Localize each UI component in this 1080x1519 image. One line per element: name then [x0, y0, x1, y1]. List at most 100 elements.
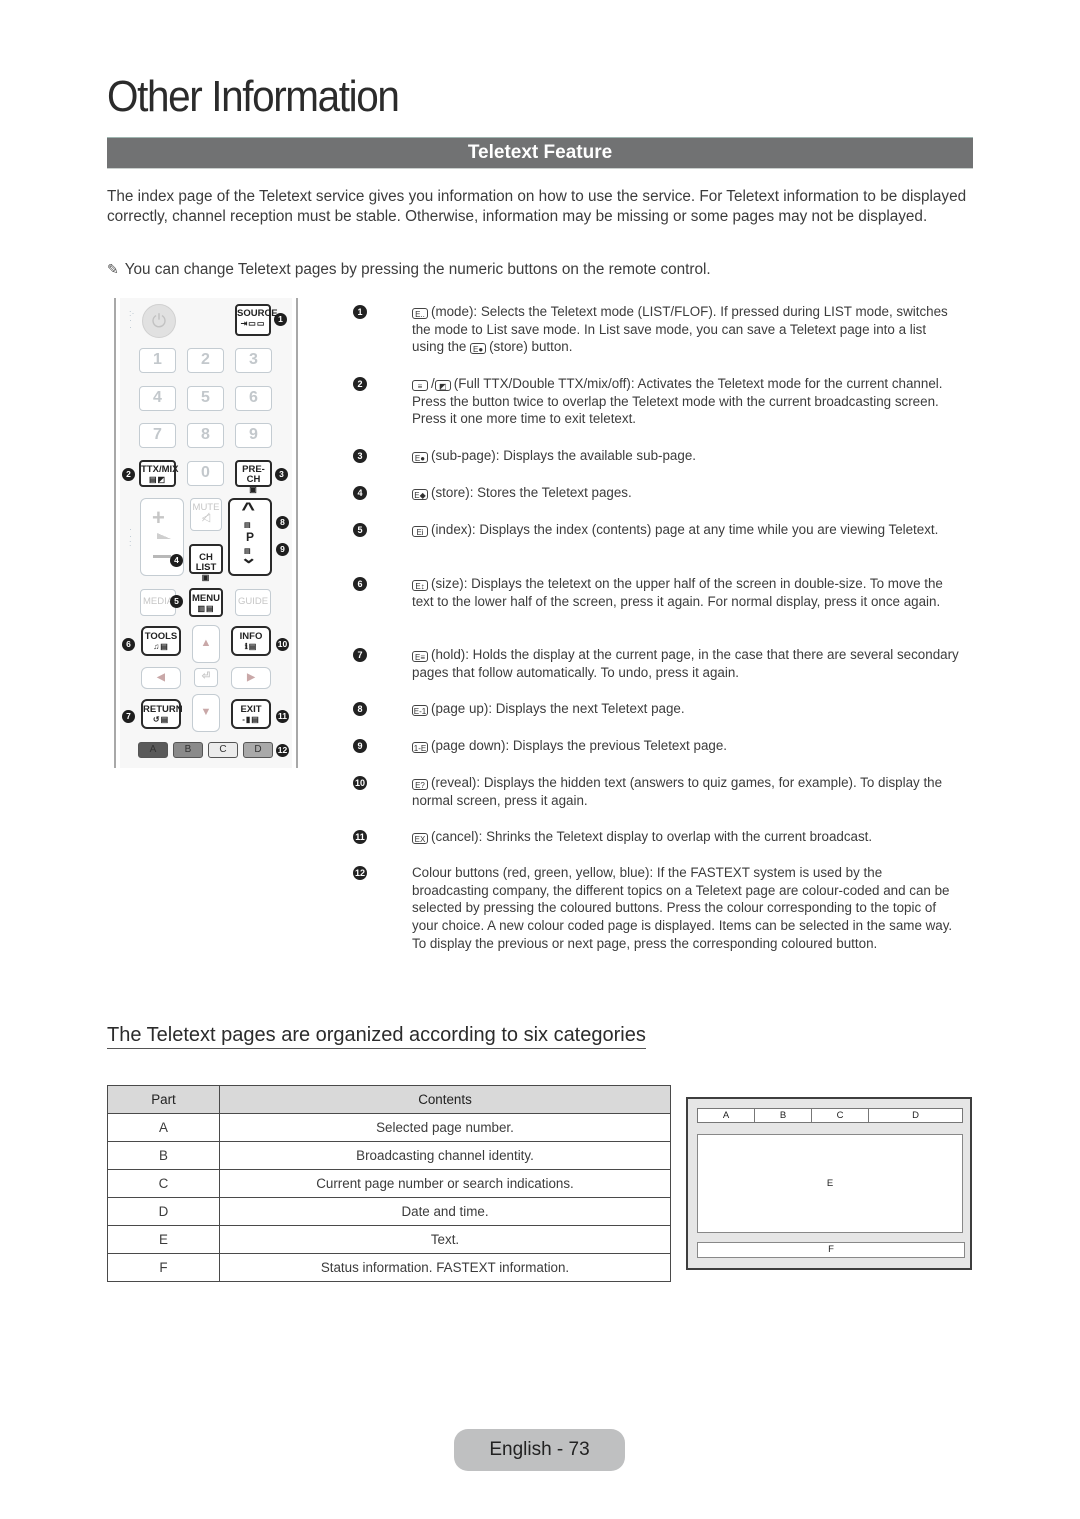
return-button[interactable]: RETURN ↺▤: [141, 699, 183, 729]
index-icon: ▥▤: [197, 604, 215, 613]
color-button-a[interactable]: A: [138, 742, 168, 758]
note: ✎ You can change Teletext pages by pressi…: [107, 259, 973, 280]
number-button[interactable]: 5: [187, 386, 224, 411]
diagram-header-row: A B C D: [697, 1108, 963, 1123]
sub-page-icon: ▣: [249, 485, 258, 494]
page-title: Other Information: [107, 72, 400, 121]
diagram-area-d: D: [912, 1110, 919, 1121]
part-cell: A: [107, 1113, 220, 1142]
callout-badge: 3: [275, 468, 288, 481]
number-button[interactable]: 0: [187, 461, 224, 486]
source-icon: ⇥▭▭: [240, 319, 266, 328]
ttx-mix-button[interactable]: TTX/MIX ▤◩: [139, 460, 179, 487]
table-row: D Date and time.: [107, 1197, 671, 1226]
item-number-badge: 2: [353, 377, 367, 391]
number-button[interactable]: 8: [187, 423, 224, 448]
part-cell: C: [107, 1169, 220, 1198]
volume-up-icon: +: [152, 505, 165, 530]
item-text: (Full TTX/Double TTX/mix/off): Activates…: [412, 376, 943, 427]
volume-level-icon: [157, 533, 171, 539]
diagram-area-c: C: [812, 1109, 869, 1122]
source-button[interactable]: SOURCE ⇥▭▭: [235, 304, 278, 336]
right-arrow-button[interactable]: ▶: [231, 667, 271, 689]
channel-p-label: P: [245, 530, 254, 544]
menu-button[interactable]: MENU ▥▤: [189, 588, 223, 617]
callout-badge: 11: [276, 710, 289, 723]
ch-list-button[interactable]: CH LIST ▣: [189, 544, 223, 582]
volume-down-icon: [153, 555, 171, 558]
item-number-badge: 6: [353, 577, 367, 591]
source-label: SOURCE: [237, 308, 278, 319]
table-row: B Broadcasting channel identity.: [107, 1141, 671, 1170]
tools-label: TOOLS: [144, 631, 178, 642]
number-button[interactable]: 1: [139, 348, 176, 373]
index-icon: Ei: [412, 526, 428, 537]
diagram-area-b: B: [755, 1109, 812, 1122]
left-arrow-button[interactable]: ◀: [141, 667, 181, 689]
item-text: (page up): Displays the next Teletext pa…: [431, 701, 685, 716]
indicator-dots-icon: · ·:: [129, 524, 132, 548]
item-number-badge: 7: [353, 648, 367, 662]
up-arrow-button[interactable]: ▲: [192, 625, 220, 663]
hold-icon: E≡: [412, 651, 428, 662]
mute-speaker-icon: ◁̸: [201, 512, 211, 524]
ch-list-label: CH LIST: [195, 552, 217, 573]
number-button[interactable]: 2: [187, 348, 224, 373]
number-button[interactable]: 7: [139, 423, 176, 448]
channel-rocker[interactable]: ^ ▤ P ▤ ⌄: [228, 498, 272, 576]
store-icon: E●: [470, 343, 487, 355]
callout-badge: 7: [122, 710, 135, 723]
callout-badge: 9: [276, 543, 289, 556]
item-number-badge: 11: [353, 830, 367, 844]
part-cell: B: [107, 1141, 220, 1170]
exit-button[interactable]: EXIT -▮▤: [231, 699, 271, 729]
guide-button[interactable]: GUIDE: [235, 589, 271, 616]
callout-badge: 4: [170, 554, 183, 567]
number-button[interactable]: 6: [235, 386, 272, 411]
item-number-badge: 1: [353, 305, 367, 319]
table-row: E Text.: [107, 1225, 671, 1254]
reveal-icon: ℹ▤: [244, 642, 258, 651]
part-cell: F: [107, 1253, 220, 1282]
item-text: (sub-page): Displays the available sub-p…: [431, 448, 696, 463]
page-down-icon: 1-E: [412, 742, 428, 753]
mute-button[interactable]: MUTE ◁̸: [190, 498, 222, 531]
remote-edge-left: [114, 298, 116, 768]
item-text: (store) button.: [489, 339, 573, 355]
pre-ch-button[interactable]: PRE-CH ▣: [235, 460, 272, 494]
reveal-icon: E?: [412, 779, 428, 790]
chevron-down-icon: ⌄: [239, 550, 258, 567]
color-button-d[interactable]: D: [243, 742, 273, 758]
column-header-part: Part: [107, 1085, 220, 1114]
ttx-mix-label: TTX/MIX: [141, 464, 179, 475]
store-icon: E◆: [412, 489, 428, 500]
chevron-up-icon: ^: [241, 499, 256, 519]
enter-button[interactable]: ⏎: [194, 668, 218, 687]
info-label: INFO: [239, 631, 263, 642]
number-button[interactable]: 3: [235, 348, 272, 373]
item-number-badge: 4: [353, 486, 367, 500]
indicator-dots-icon: :· · ·: [129, 308, 135, 332]
tools-button[interactable]: TOOLS ♫▤: [141, 626, 181, 656]
color-button-b[interactable]: B: [173, 742, 203, 758]
color-button-c[interactable]: C: [208, 742, 238, 758]
contents-cell: Text.: [219, 1225, 671, 1254]
number-button[interactable]: 9: [235, 423, 272, 448]
info-button[interactable]: INFO ℹ▤: [231, 626, 271, 656]
mode-icon: E..: [412, 308, 428, 319]
intro-paragraph: The index page of the Teletext service g…: [107, 188, 967, 225]
callout-badge: 12: [276, 744, 289, 757]
page-up-icon: E-1: [412, 705, 428, 716]
power-button[interactable]: ⏻: [142, 304, 176, 338]
menu-label: MENU: [192, 593, 220, 604]
diagram-area-e: E: [697, 1134, 963, 1233]
callout-badge: 10: [276, 638, 289, 651]
table-row: C Current page number or search indicatio…: [107, 1169, 671, 1198]
down-arrow-button[interactable]: ▼: [192, 694, 220, 732]
contents-cell: Status information. FASTEXT information.: [219, 1253, 671, 1282]
callout-badge: 6: [122, 638, 135, 651]
pencil-icon: ✎: [107, 261, 119, 277]
full-ttx-icon: ≡: [412, 380, 428, 391]
number-button[interactable]: 4: [139, 386, 176, 411]
item-number-badge: 12: [353, 866, 367, 880]
